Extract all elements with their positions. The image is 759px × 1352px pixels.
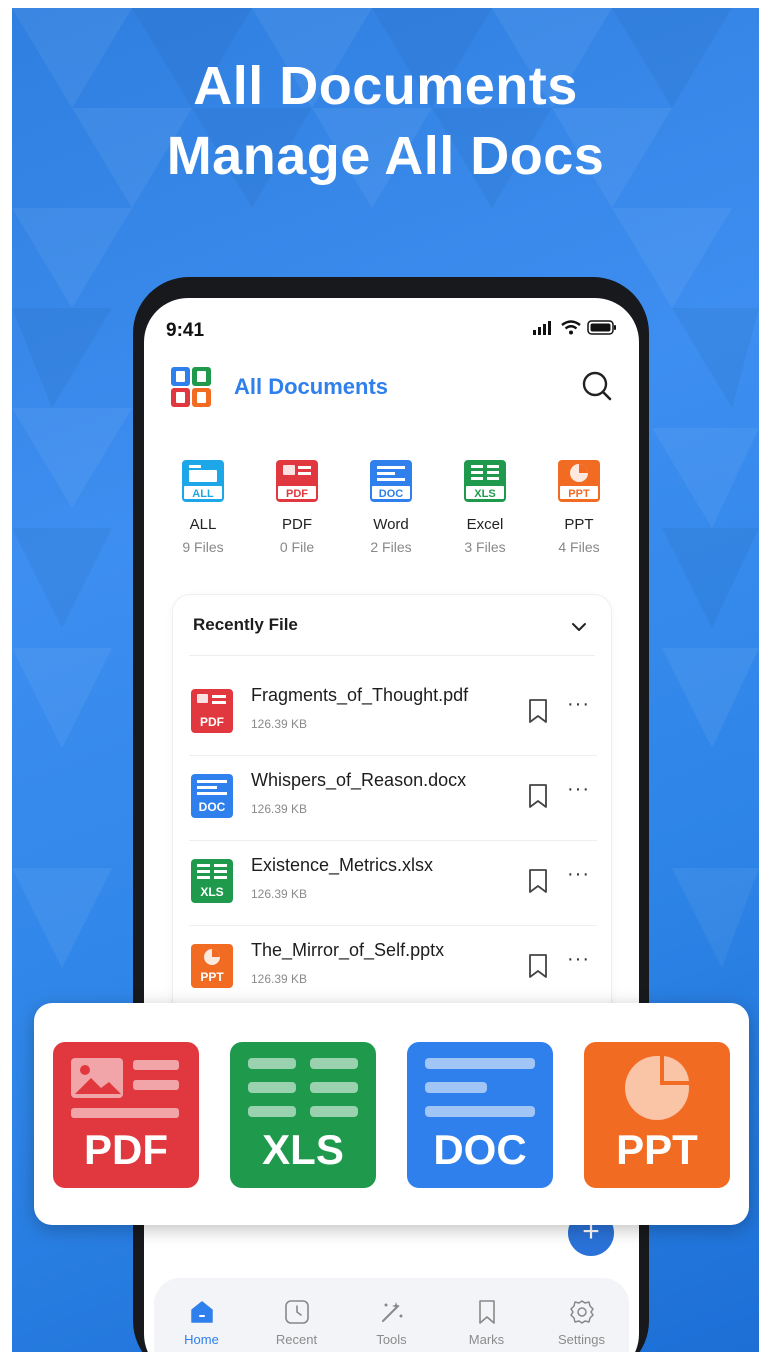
category-label: Excel (466, 516, 504, 533)
category-all[interactable]: ALL ALL 9 Files (156, 458, 250, 555)
doc-file-icon: DOC (191, 774, 233, 818)
divider (189, 655, 595, 656)
bookmark-icon (478, 1300, 495, 1324)
nav-label: Recent (275, 1332, 318, 1347)
file-name: The_Mirror_of_Self.pptx (251, 940, 445, 960)
xls-tile: XLS (230, 1042, 376, 1188)
file-name: Existence_Metrics.xlsx (251, 855, 434, 875)
nav-settings[interactable]: Settings (542, 1298, 622, 1352)
category-count: 0 File (279, 539, 315, 555)
svg-text:XLS: XLS (200, 885, 223, 899)
file-row[interactable]: DOC Whispers_of_Reason.docx 126.39 KB ··… (189, 756, 597, 841)
bookmark-icon[interactable] (525, 782, 551, 810)
tile-label: DOC (433, 1126, 527, 1173)
file-row[interactable]: PDF Fragments_of_Thought.pdf 126.39 KB ·… (189, 671, 597, 756)
category-count: 2 Files (370, 539, 412, 555)
nav-recent[interactable]: Recent (257, 1298, 337, 1352)
svg-text:DOC: DOC (379, 488, 404, 500)
file-size: 126.39 KB (251, 972, 308, 986)
nav-label: Tools (376, 1332, 407, 1347)
file-name: Whispers_of_Reason.docx (251, 770, 467, 790)
recent-files-title: Recently File (193, 615, 298, 634)
file-types-card: PDF XLS DOC PPT (34, 1003, 749, 1225)
more-options-button[interactable]: ··· (567, 863, 590, 886)
wifi-icon (561, 320, 581, 335)
nav-label: Home (184, 1332, 219, 1347)
category-excel[interactable]: XLS Excel 3 Files (438, 458, 532, 555)
category-label: PPT (564, 516, 594, 533)
battery-icon (587, 320, 616, 335)
chevron-down-icon[interactable] (569, 617, 589, 637)
pdf-file-icon: PDF (191, 689, 233, 733)
category-count: 4 Files (558, 539, 600, 555)
xls-file-icon: XLS (191, 859, 233, 903)
bookmark-icon[interactable] (525, 867, 551, 895)
nav-home[interactable]: Home (162, 1298, 242, 1352)
app-logo-icon (171, 367, 211, 407)
category-pdf[interactable]: PDF PDF 0 File (250, 458, 344, 555)
tile-label: PDF (84, 1126, 168, 1173)
category-count: 3 Files (464, 539, 506, 555)
svg-text:ALL: ALL (192, 488, 214, 500)
file-size: 126.39 KB (251, 887, 308, 901)
xls-file-icon: XLS (464, 460, 506, 502)
ppt-file-icon: PPT (191, 944, 233, 988)
pdf-tile: PDF (53, 1042, 199, 1188)
doc-tile: DOC (407, 1042, 553, 1188)
search-icon[interactable] (581, 370, 613, 402)
file-name: Fragments_of_Thought.pdf (251, 685, 469, 705)
bottom-nav: Home Recent Tools Marks Settings (154, 1278, 629, 1352)
app-title: All Documents (234, 374, 389, 399)
svg-text:PDF: PDF (286, 488, 308, 500)
nav-marks[interactable]: Marks (447, 1298, 527, 1352)
more-options-button[interactable]: ··· (567, 693, 590, 716)
file-size: 126.39 KB (251, 717, 308, 731)
ppt-file-icon: PPT (558, 460, 600, 502)
home-icon (190, 1301, 213, 1323)
all-files-icon: ALL (182, 460, 224, 502)
category-label: ALL (189, 516, 217, 533)
svg-text:PPT: PPT (200, 970, 224, 984)
more-options-button[interactable]: ··· (567, 948, 590, 971)
headline-line-2: Manage All Docs (166, 126, 605, 186)
category-word[interactable]: DOC Word 2 Files (344, 458, 438, 555)
ppt-tile: PPT (584, 1042, 730, 1188)
nav-label: Settings (558, 1332, 605, 1347)
category-label: PDF (282, 516, 312, 533)
category-row: ALL ALL 9 Files PDF PDF 0 File DOC Word … (156, 458, 626, 555)
pdf-file-icon: PDF (276, 460, 318, 502)
svg-text:XLS: XLS (474, 488, 495, 500)
file-row[interactable]: PPT The_Mirror_of_Self.pptx 126.39 KB ··… (189, 926, 597, 1011)
file-size: 126.39 KB (251, 802, 308, 816)
file-row[interactable]: XLS Existence_Metrics.xlsx 126.39 KB ··· (189, 841, 597, 926)
tile-label: PPT (616, 1126, 698, 1173)
doc-file-icon: DOC (370, 460, 412, 502)
category-count: 9 Files (182, 539, 224, 555)
svg-text:PPT: PPT (568, 488, 590, 500)
more-options-button[interactable]: ··· (567, 778, 590, 801)
gear-icon (569, 1300, 594, 1324)
nav-tools[interactable]: Tools (352, 1298, 432, 1352)
category-label: Word (373, 516, 409, 533)
tile-label: XLS (262, 1126, 344, 1173)
signal-icon (533, 320, 551, 335)
category-ppt[interactable]: PPT PPT 4 Files (532, 458, 626, 555)
clock-icon (284, 1300, 309, 1324)
svg-text:DOC: DOC (199, 800, 226, 814)
bookmark-icon[interactable] (525, 697, 551, 725)
tools-icon (381, 1302, 402, 1322)
bookmark-icon[interactable] (525, 952, 551, 980)
status-time: 9:41 (166, 320, 205, 341)
headline-line-1: All Documents (193, 56, 578, 116)
svg-text:PDF: PDF (200, 715, 224, 729)
status-icons (533, 320, 617, 335)
nav-label: Marks (468, 1332, 505, 1347)
